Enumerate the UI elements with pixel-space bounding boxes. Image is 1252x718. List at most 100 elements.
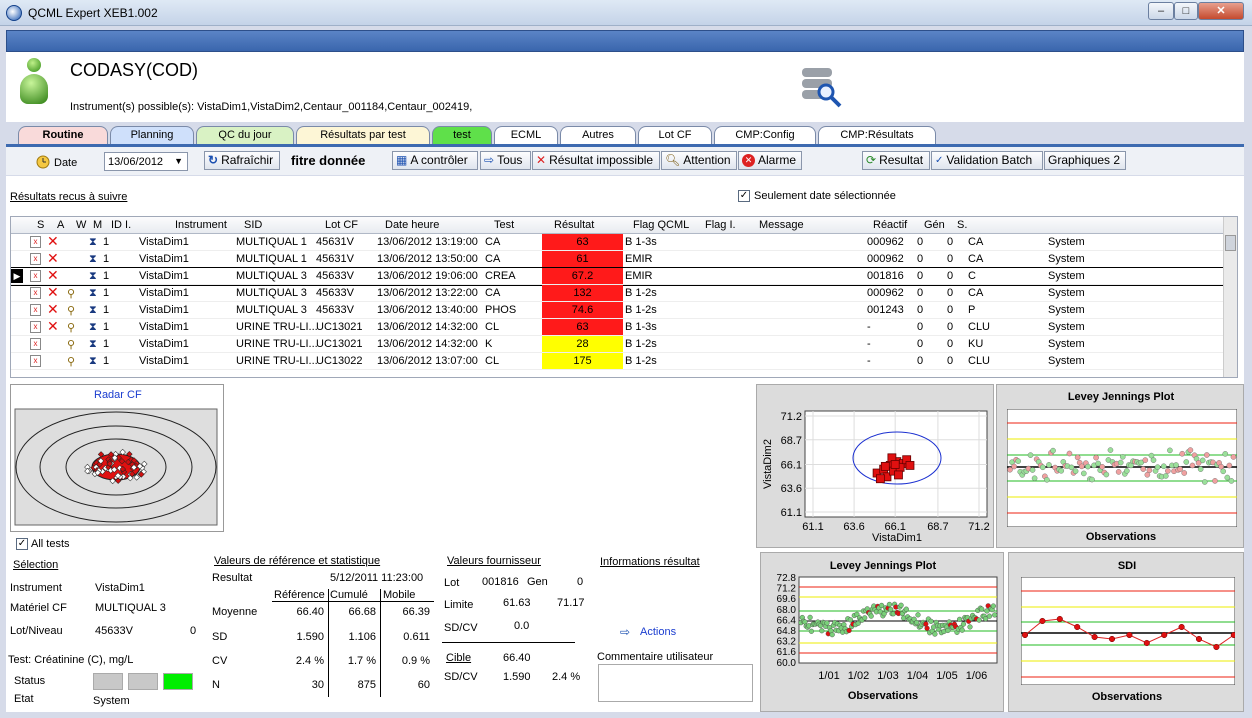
results-link[interactable]: Résultats recus à suivre — [10, 191, 127, 203]
status-doc-icon[interactable]: x — [30, 253, 41, 265]
col-header[interactable]: Flag QCML — [633, 219, 689, 231]
cell-instrument: VistaDim1 — [139, 304, 189, 316]
table-row[interactable]: x ⚲ ⧗ 1 VistaDim1 URINE TRU-LI... UC13021 13/06… — [11, 336, 1225, 353]
col-header[interactable]: Test — [494, 219, 514, 231]
magnifier-icon[interactable]: ⚲ — [67, 304, 75, 317]
minimize-button[interactable]: – — [1148, 2, 1174, 20]
cell-sid: URINE TRU-LI... — [236, 338, 318, 350]
lj-top-point — [1072, 468, 1079, 474]
cross-icon[interactable]: ✕ — [47, 301, 59, 318]
lj-top-point — [1031, 475, 1038, 482]
status-doc-icon[interactable]: x — [30, 321, 41, 333]
resultat-button[interactable]: ⟳ Resultat — [862, 151, 930, 170]
lj-bottom-y-tick: 66.4 — [777, 615, 797, 626]
col-header[interactable]: W — [76, 219, 86, 231]
comment-input[interactable] — [598, 664, 753, 702]
col-header[interactable]: A — [57, 219, 64, 231]
scroll-thumb[interactable] — [1225, 235, 1236, 251]
cross-icon[interactable]: ✕ — [47, 250, 59, 267]
col-header[interactable]: M — [93, 219, 102, 231]
validation-batch-button[interactable]: ✓ Validation Batch — [931, 151, 1043, 170]
tab-cmp-config[interactable]: CMP:Config — [714, 126, 816, 145]
status-doc-icon[interactable]: x — [30, 355, 41, 367]
lj-bottom-x-tick: 1/06 — [966, 670, 987, 682]
col-header[interactable]: Instrument — [175, 219, 227, 231]
scatter-y-tick: 71.2 — [781, 411, 802, 423]
col-header[interactable]: Message — [759, 219, 804, 231]
alarme-button[interactable]: ✕ Alarme — [738, 151, 802, 170]
cross-icon[interactable]: ✕ — [47, 233, 59, 250]
cell-id: 1 — [103, 321, 110, 333]
tab-planning[interactable]: Planning — [110, 126, 194, 145]
only-selected-date-checkbox[interactable]: ✓ — [738, 190, 750, 202]
lot-extra: 0 — [190, 625, 197, 637]
tab-resultats-par-test[interactable]: Résultats par test — [296, 126, 430, 145]
cross-icon[interactable]: ✕ — [47, 318, 59, 335]
col-header[interactable]: Flag I. — [705, 219, 736, 231]
actions-link[interactable]: Actions — [640, 626, 676, 638]
magnifier-icon[interactable]: ⚲ — [67, 321, 75, 334]
date-picker[interactable]: 13/06/2012 ▼ — [104, 152, 188, 171]
lj-bottom-point — [959, 627, 965, 633]
cell-test: CL — [485, 355, 500, 367]
a-controler-button[interactable]: ▦ A contrôler — [392, 151, 478, 170]
col-header[interactable]: SID — [244, 219, 262, 231]
maximize-button[interactable]: □ — [1174, 2, 1198, 20]
scatter-x-tick: 61.1 — [802, 521, 823, 533]
magnifier-icon[interactable]: ⚲ — [67, 355, 75, 368]
graphiques-button[interactable]: Graphiques 2 — [1044, 151, 1126, 170]
lj-bottom-y-tick: 71.2 — [777, 584, 797, 595]
tab-routine[interactable]: Routine — [18, 126, 108, 145]
tab-autres[interactable]: Autres — [560, 126, 636, 145]
col-header[interactable]: Résultat — [554, 219, 594, 231]
status-doc-icon[interactable]: x — [30, 236, 41, 248]
cross-icon[interactable]: ✕ — [47, 284, 59, 301]
table-row[interactable]: x ✕ ⚲ ⧗ 1 VistaDim1 URINE TRU-LI... UC13021 13/0… — [11, 318, 1225, 336]
lj-bottom-x-tick: 1/03 — [877, 670, 898, 682]
tab-lot-cf[interactable]: Lot CF — [638, 126, 712, 145]
lj-top-point — [1124, 468, 1130, 474]
col-header[interactable]: Date heure — [385, 219, 439, 231]
table-scrollbar[interactable] — [1223, 217, 1237, 377]
scatter-y-label: VistaDim2 — [762, 439, 774, 489]
cell-sid: MULTIQUAL 1 — [236, 253, 307, 265]
table-row[interactable]: x ⚲ ⧗ 1 VistaDim1 URINE TRU-LI... UC13022 13/06… — [11, 353, 1225, 370]
cell-gen: 0 — [917, 287, 924, 299]
cell-gen: 0 — [917, 236, 924, 248]
cross-icon[interactable]: ✕ — [47, 267, 59, 284]
table-row[interactable]: x ✕ ⧗ 1 VistaDim1 MULTIQUAL 1 45631V 13/06/2012… — [11, 233, 1225, 251]
col-header[interactable]: ID I. — [111, 219, 131, 231]
magnifier-icon[interactable]: ⚲ — [67, 287, 75, 300]
cell-lot: 45633V — [316, 270, 354, 282]
table-row[interactable]: ▶ x ✕ ⧗ 1 VistaDim1 MULTIQUAL 3 45633V 13/06/201… — [11, 267, 1226, 286]
tab-test[interactable]: test — [432, 126, 492, 145]
tab-qc-du-jour[interactable]: QC du jour — [196, 126, 294, 145]
tous-button[interactable]: ⇨ Tous — [480, 151, 531, 170]
lj-top-point — [1103, 471, 1110, 478]
database-search-icon[interactable] — [802, 68, 842, 108]
table-row[interactable]: x ✕ ⚲ ⧗ 1 VistaDim1 MULTIQUAL 3 45633V 13/06/201… — [11, 284, 1225, 302]
lj-top-point — [1203, 452, 1210, 458]
table-row[interactable]: x ✕ ⧗ 1 VistaDim1 MULTIQUAL 1 45631V 13/06/2012… — [11, 250, 1225, 268]
col-header[interactable]: S — [37, 219, 44, 231]
col-header[interactable]: Gén — [924, 219, 945, 231]
all-tests-checkbox[interactable]: ✓ — [16, 538, 28, 550]
tab-cmp-resultats[interactable]: CMP:Résultats — [818, 126, 936, 145]
col-header[interactable]: S. — [957, 219, 967, 231]
resultat-impossible-button[interactable]: ✕ Résultat impossible — [532, 151, 660, 170]
tab-ecml[interactable]: ECML — [494, 126, 558, 145]
col-header[interactable]: Lot CF — [325, 219, 358, 231]
cell-instrument: VistaDim1 — [139, 270, 189, 282]
status-doc-icon[interactable]: x — [30, 270, 41, 282]
col-header[interactable]: Réactif — [873, 219, 907, 231]
refresh-button[interactable]: ↻ Rafraîchir — [204, 151, 280, 170]
table-row[interactable]: x ✕ ⚲ ⧗ 1 VistaDim1 MULTIQUAL 3 45633V 13/06/201… — [11, 301, 1225, 319]
lj-chart-panel-bottom: Levey Jennings Plot 72.8 71.2 69.6 68.0 66.4… — [760, 552, 1004, 712]
scatter-y-ticks: 71.2 68.7 66.1 63.6 61.1 — [781, 411, 802, 519]
status-doc-icon[interactable]: x — [30, 304, 41, 316]
status-doc-icon[interactable]: x — [30, 287, 41, 299]
attention-button[interactable]: 🔍︎ Attention — [661, 151, 737, 170]
magnifier-icon[interactable]: ⚲ — [67, 338, 75, 351]
status-doc-icon[interactable]: x — [30, 338, 41, 350]
close-button[interactable]: ✕ — [1198, 2, 1244, 20]
